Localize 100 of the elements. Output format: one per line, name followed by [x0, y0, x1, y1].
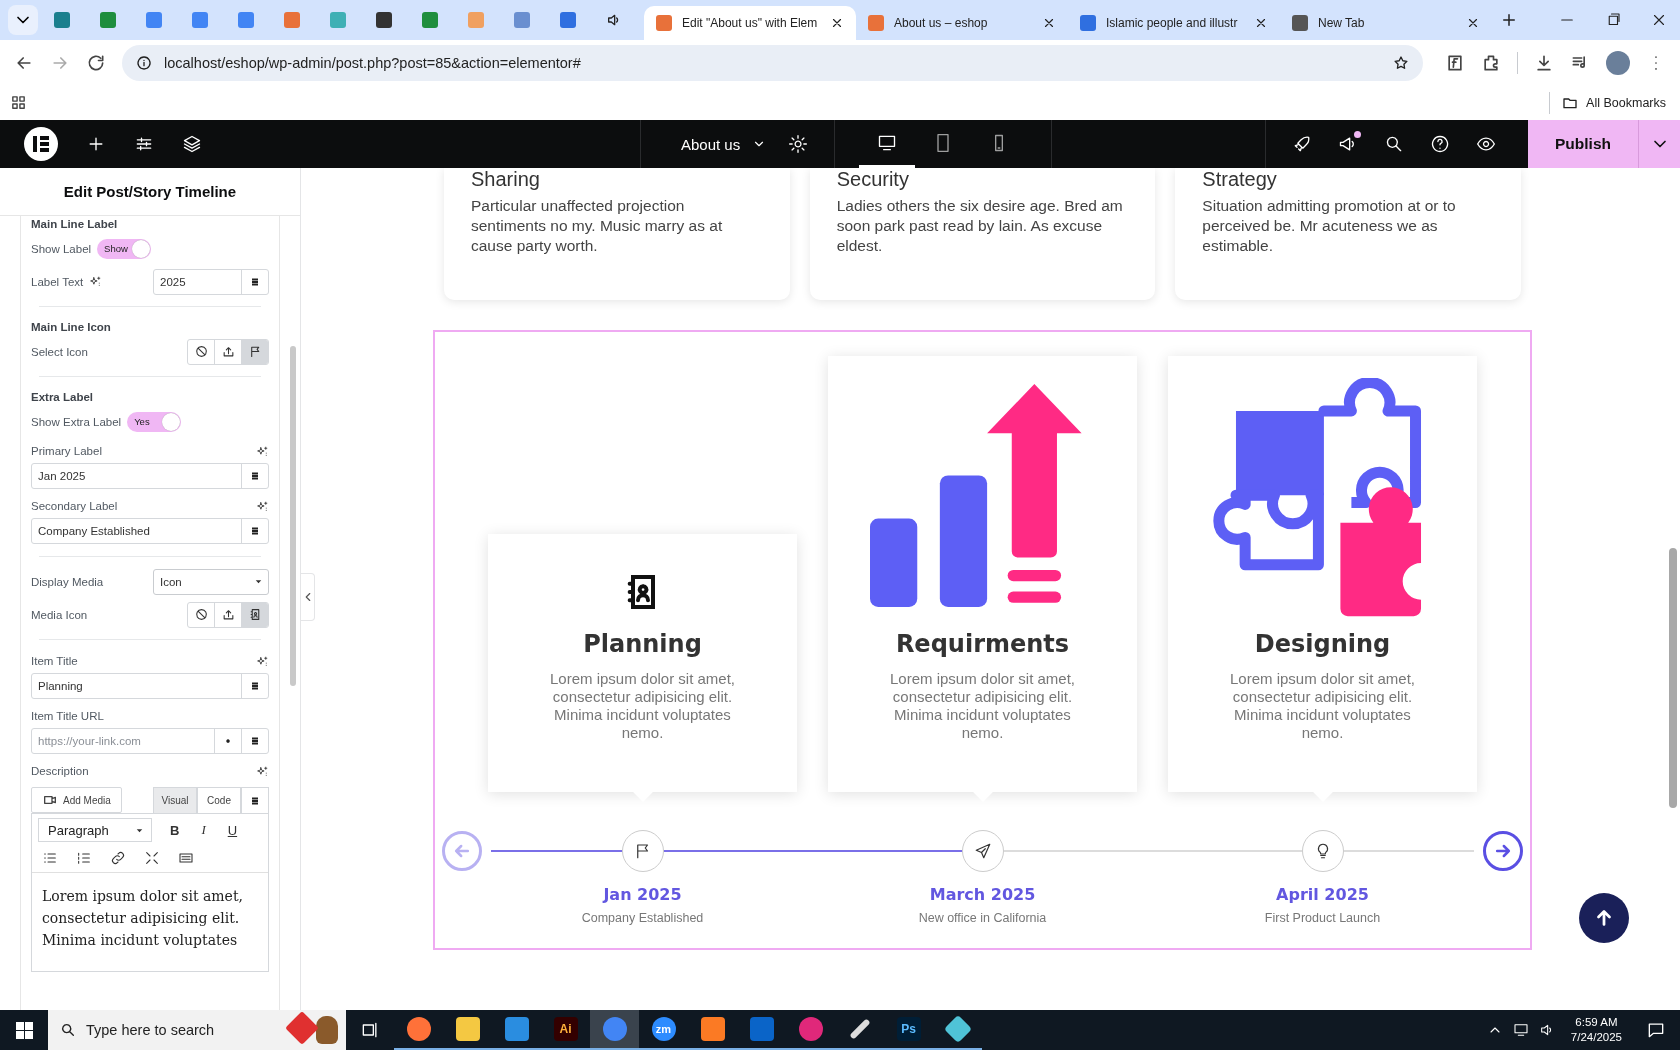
address-bar[interactable]: localhost/eshop/wp-admin/post.php?post=85&action=elementor# — [122, 44, 1424, 81]
card-title: Sharing — [471, 168, 541, 190]
format-dropdown[interactable]: Paragraph — [38, 818, 152, 842]
select-dropdown[interactable]: Icon — [153, 568, 269, 595]
fullscreen-icon[interactable] — [144, 850, 160, 866]
network-icon[interactable] — [1512, 1022, 1529, 1038]
app-icon — [700, 1017, 725, 1041]
star-icon[interactable] — [1393, 54, 1410, 71]
add-media-button[interactable]: Add Media — [31, 787, 122, 813]
panel-title: Edit Post/Story Timeline — [0, 168, 300, 216]
database-icon[interactable] — [249, 525, 261, 537]
app-icon: Ai — [553, 1017, 578, 1041]
close-icon[interactable] — [1466, 16, 1480, 30]
timeline-description: Lorem ipsum dolor sit amet, consectetur adipisicing elit. Minima incidunt voluptates nemo. — [888, 670, 1077, 742]
database-icon[interactable] — [249, 735, 261, 747]
keyboard-icon[interactable] — [178, 850, 194, 866]
close-icon[interactable] — [1254, 16, 1268, 30]
description-text[interactable]: Lorem ipsum dolor sit amet, consectetur adipisicing elit. Minima incidunt voluptates — [32, 872, 268, 971]
card-title: Security — [836, 168, 910, 190]
browser-tab[interactable]: Edit "About us" with Elem — [644, 6, 856, 40]
taskbar-search-field[interactable]: Type here to search — [48, 1010, 346, 1050]
help-icon[interactable] — [1430, 134, 1450, 154]
app-icon — [798, 1017, 823, 1041]
numbered-list-icon[interactable] — [76, 850, 92, 866]
editor-tab[interactable]: Code — [197, 787, 241, 813]
timeline-node[interactable] — [1301, 830, 1344, 872]
search-icon[interactable] — [1384, 134, 1404, 154]
ai-sparkle-icon[interactable] — [89, 275, 103, 288]
rocket-icon[interactable] — [1292, 134, 1312, 154]
timeline-title: Requirments — [895, 630, 1070, 658]
icon-choice-control[interactable] — [187, 338, 269, 365]
scrollbar[interactable] — [1669, 548, 1677, 808]
settings-icon[interactable] — [788, 134, 809, 154]
browser-tab[interactable]: About us – eshop — [856, 6, 1068, 40]
format-button[interactable]: U — [223, 822, 242, 838]
text-field[interactable]: Company Established — [31, 518, 269, 544]
control-label: Show Extra Label — [31, 415, 122, 428]
avatar[interactable] — [1606, 50, 1630, 75]
app-icon: zm — [651, 1017, 676, 1041]
format-button[interactable]: B — [166, 822, 184, 838]
upload-icon — [221, 345, 235, 358]
toggle-switch[interactable]: Show — [97, 238, 152, 259]
toggle-switch[interactable]: Yes — [127, 411, 182, 432]
control-label: Media Icon — [31, 608, 88, 621]
timeline-date: April 2025 — [1276, 885, 1369, 904]
flag-option-button[interactable] — [241, 339, 268, 364]
elementor-logo-icon[interactable] — [24, 127, 58, 161]
bullet-list-icon[interactable] — [42, 850, 58, 866]
plane-icon — [973, 842, 992, 860]
next-arrow-button[interactable] — [1483, 831, 1523, 871]
timeline-node[interactable] — [961, 830, 1004, 872]
card-text: Situation admitting promotion at or to perceived be. Mr acuteness we as estimable. — [1202, 196, 1457, 256]
all-bookmarks-button[interactable]: All Bookmarks — [1562, 94, 1666, 111]
timeline-title: Designing — [1254, 630, 1391, 658]
close-icon[interactable] — [830, 16, 844, 30]
contact-icon — [248, 608, 262, 621]
app-icon — [406, 1017, 431, 1041]
taskbar-button[interactable]: Ps — [884, 1010, 933, 1050]
back-to-top-button[interactable] — [1579, 893, 1629, 943]
ai-sparkle-icon[interactable] — [256, 499, 269, 513]
format-button[interactable]: I — [197, 822, 210, 838]
app-icon — [602, 1017, 627, 1041]
contact-option-button[interactable] — [241, 602, 268, 627]
link-icon[interactable] — [110, 850, 126, 866]
reload-icon[interactable] — [86, 52, 106, 73]
apps-icon[interactable] — [10, 94, 27, 111]
info-icon[interactable] — [136, 54, 152, 71]
none-icon — [194, 345, 208, 358]
new-tab-icon[interactable] — [1500, 11, 1518, 29]
clock[interactable]: 6:59 AM 7/24/2025 — [1570, 1015, 1622, 1045]
database-icon[interactable] — [249, 470, 261, 482]
task-view-icon[interactable] — [360, 1020, 380, 1040]
text-field[interactable]: Jan 2025 — [31, 463, 269, 489]
timeline-caption: Company Established — [581, 911, 704, 925]
text-field[interactable]: 2025 — [153, 268, 269, 295]
ai-sparkle-icon[interactable] — [256, 654, 269, 668]
browser-tab[interactable]: New Tab — [1280, 6, 1492, 40]
none-icon — [194, 608, 208, 621]
editor-tab[interactable]: Visual — [153, 787, 197, 813]
layers-icon[interactable] — [182, 134, 202, 154]
control-label: Primary Label — [31, 445, 102, 457]
app-icon — [504, 1017, 529, 1041]
browser-tab[interactable]: Islamic people and illustr — [1068, 6, 1280, 40]
control-label: Secondary Label — [31, 500, 118, 512]
database-icon[interactable] — [249, 680, 261, 692]
ai-sparkle-icon[interactable] — [256, 764, 269, 778]
tab-search-button[interactable] — [8, 5, 38, 35]
upload-icon — [221, 608, 235, 621]
close-icon[interactable] — [1042, 16, 1056, 30]
text-field[interactable]: Planning — [31, 673, 269, 699]
control-label: Select Icon — [31, 345, 88, 358]
timeline-node[interactable] — [621, 830, 664, 872]
card-text: Ladies others the six desire age. Bred am soon park past read by lain. As excuse eldest. — [836, 196, 1124, 256]
scrollbar[interactable] — [290, 346, 296, 686]
ai-sparkle-icon[interactable] — [256, 444, 269, 458]
control-label: Label Text — [31, 275, 84, 288]
publish-button[interactable]: Publish — [1528, 120, 1638, 168]
app-icon — [749, 1017, 774, 1041]
page-title-button[interactable]: About us — [641, 120, 783, 168]
icon-choice-control[interactable] — [187, 601, 269, 628]
